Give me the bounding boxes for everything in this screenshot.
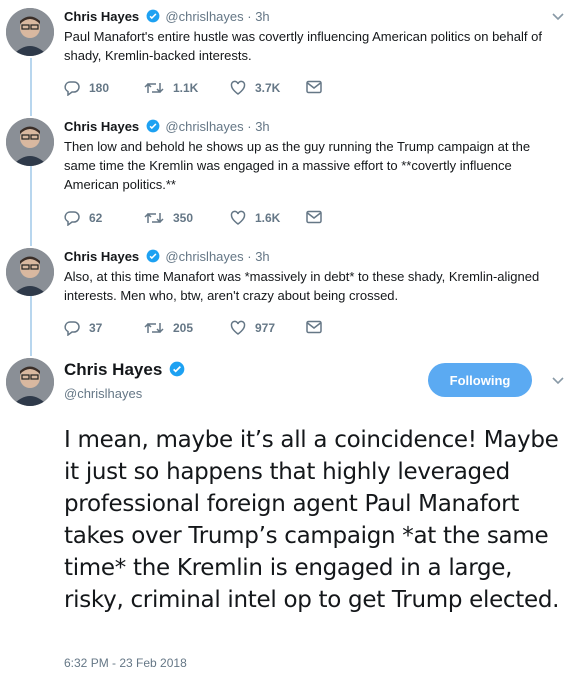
retweet-count: 1.1K [173, 81, 199, 95]
author-handle[interactable]: @chrislhayes [165, 249, 243, 264]
direct-message-button[interactable] [306, 80, 331, 94]
like-button[interactable]: 977 [230, 320, 275, 336]
direct-message-button[interactable] [306, 210, 331, 224]
main-tweet: Chris Hayes @chrislhayes Following I mea… [0, 350, 575, 686]
following-button[interactable]: Following [428, 363, 532, 397]
author-handle[interactable]: @chrislhayes [165, 119, 243, 134]
retweet-icon [144, 212, 164, 224]
avatar[interactable] [6, 8, 54, 56]
chevron-down-icon[interactable] [551, 12, 565, 22]
author-name[interactable]: Chris Hayes [64, 360, 185, 380]
author-name[interactable]: Chris Hayes [64, 9, 139, 24]
like-icon [230, 80, 246, 95]
retweet-button[interactable]: 205 [144, 320, 193, 336]
retweet-icon [144, 322, 164, 334]
thread-tweet-1[interactable]: Chris Hayes @chrislhayes · 3h Paul Manaf… [0, 0, 575, 110]
reply-button[interactable]: 37 [64, 320, 102, 336]
verified-badge-icon [146, 119, 160, 133]
reply-button[interactable]: 180 [64, 80, 109, 96]
tweet-text: I mean, maybe it’s all a coincidence! Ma… [64, 427, 560, 613]
verified-badge-icon [146, 9, 160, 23]
like-icon [230, 320, 246, 335]
reply-count: 62 [89, 211, 103, 225]
like-icon [230, 210, 246, 225]
like-count: 1.6K [255, 211, 281, 225]
reply-button[interactable]: 62 [64, 210, 102, 226]
tweet-text: Paul Manafort's entire hustle was covert… [64, 29, 542, 63]
retweet-count: 205 [173, 321, 194, 335]
direct-message-button[interactable] [306, 320, 331, 334]
verified-badge-icon [169, 361, 185, 377]
retweet-button[interactable]: 1.1K [144, 80, 198, 96]
avatar[interactable] [6, 248, 54, 296]
retweet-count: 350 [173, 211, 194, 225]
tweet-text: Also, at this time Manafort was *massive… [64, 269, 540, 303]
like-count: 977 [255, 321, 276, 335]
tweet-text: Then low and behold he shows up as the g… [64, 139, 531, 192]
chevron-down-icon[interactable] [551, 376, 565, 386]
tweet-time[interactable]: · 3h [247, 119, 269, 134]
reply-icon [64, 81, 80, 96]
message-icon [306, 210, 322, 224]
retweet-icon [144, 82, 164, 94]
like-button[interactable]: 1.6K [230, 210, 280, 226]
thread-tweet-3[interactable]: Chris Hayes @chrislhayes · 3h Also, at t… [0, 240, 575, 350]
thread-tweet-2[interactable]: Chris Hayes @chrislhayes · 3h Then low a… [0, 110, 575, 240]
retweet-button[interactable]: 350 [144, 210, 193, 226]
tweet-timestamp[interactable]: 6:32 PM - 23 Feb 2018 [64, 656, 187, 670]
author-name-text[interactable]: Chris Hayes [64, 360, 162, 379]
message-icon [306, 320, 322, 334]
reply-count: 37 [89, 321, 103, 335]
message-icon [306, 80, 322, 94]
like-button[interactable]: 3.7K [230, 80, 280, 96]
avatar[interactable] [6, 118, 54, 166]
like-count: 3.7K [255, 81, 281, 95]
avatar[interactable] [6, 358, 54, 406]
author-name[interactable]: Chris Hayes [64, 249, 139, 264]
tweet-time[interactable]: · 3h [247, 249, 269, 264]
reply-icon [64, 321, 80, 336]
author-name[interactable]: Chris Hayes [64, 119, 139, 134]
reply-count: 180 [89, 81, 110, 95]
verified-badge-icon [146, 249, 160, 263]
reply-icon [64, 211, 80, 226]
author-handle[interactable]: @chrislhayes [64, 386, 142, 401]
tweet-time[interactable]: · 3h [247, 9, 269, 24]
author-handle[interactable]: @chrislhayes [165, 9, 243, 24]
